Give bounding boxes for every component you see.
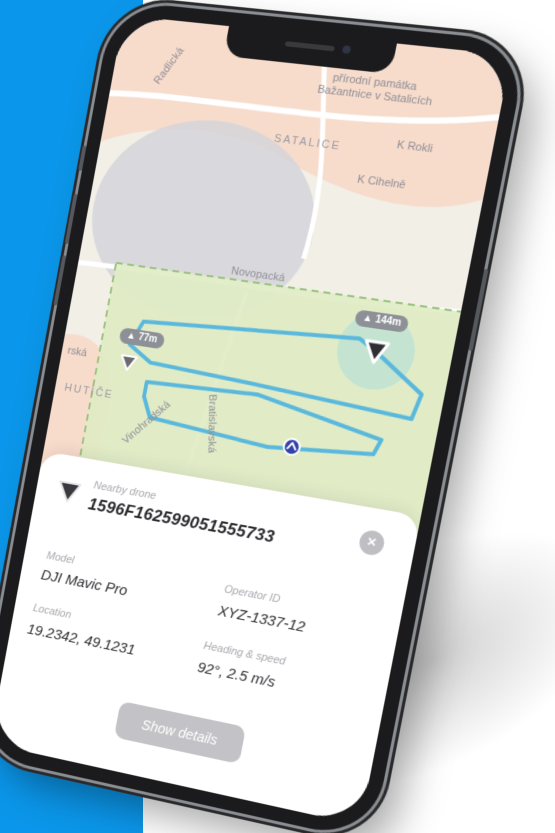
stage: přírodní památka Bažantnice v Satalicích… xyxy=(0,0,555,833)
front-camera xyxy=(341,45,352,55)
close-icon: × xyxy=(365,533,378,552)
drone-marker-selected[interactable] xyxy=(359,337,392,367)
drone-altitude-secondary: 77m xyxy=(137,331,159,346)
location-label: Location xyxy=(32,602,73,622)
location-value: 19.2342, 49.1231 xyxy=(25,620,137,659)
model-value: DJI Mavic Pro xyxy=(39,566,129,600)
earpiece-speaker xyxy=(284,41,335,52)
drone-id: 1596F162599051555733 xyxy=(86,494,277,547)
close-button[interactable]: × xyxy=(357,528,387,557)
user-location-icon[interactable] xyxy=(280,435,303,458)
operator-value: XYZ-1337-12 xyxy=(216,602,307,636)
map-label-vertical-2: Bratislavská xyxy=(205,394,219,453)
show-details-button[interactable]: Show details xyxy=(113,700,247,765)
drone-marker-secondary[interactable] xyxy=(117,353,139,373)
operator-label: Operator ID xyxy=(223,583,282,606)
drone-icon xyxy=(55,477,83,506)
model-label: Model xyxy=(45,549,76,567)
power-button xyxy=(468,268,489,352)
drone-detail-sheet: Nearby drone 1596F162599051555733 × Mode… xyxy=(0,450,421,826)
drone-altitude-primary: 144m xyxy=(374,314,403,329)
map-view[interactable]: přírodní památka Bažantnice v Satalicích… xyxy=(40,15,512,535)
